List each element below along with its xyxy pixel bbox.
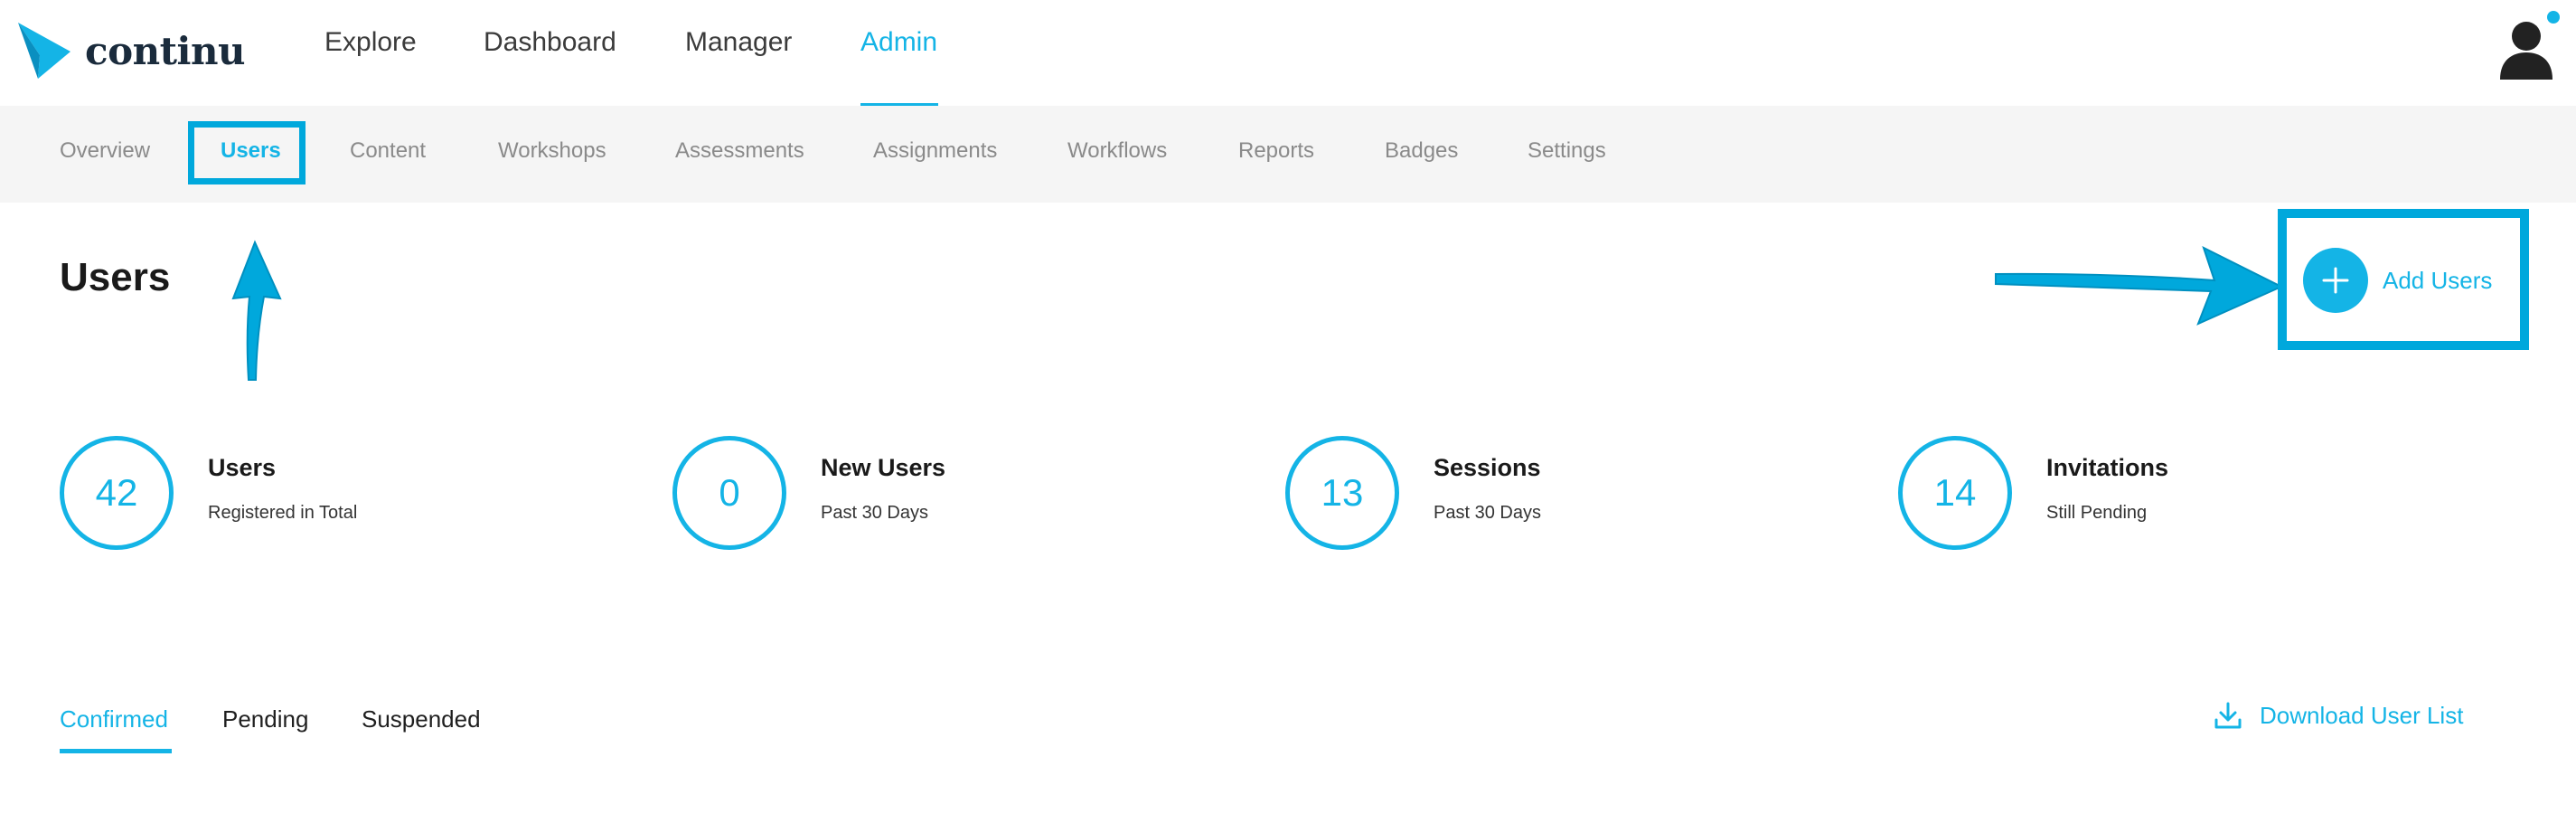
nav-dashboard[interactable]: Dashboard [484,27,616,58]
nav-explore[interactable]: Explore [324,27,417,58]
tab-confirmed[interactable]: Confirmed [60,705,168,733]
subnav-overview[interactable]: Overview [60,138,150,164]
stat-subtitle: Registered in Total [208,503,358,523]
stat-subtitle: Still Pending [2046,503,2148,523]
brand-logo[interactable]: continu [18,22,246,80]
stat-title: Users [208,454,277,481]
nav-manager[interactable]: Manager [685,27,792,58]
subnav-settings[interactable]: Settings [1528,138,1606,164]
add-users-label: Add Users [2383,266,2493,294]
subnav-workflows[interactable]: Workflows [1067,138,1167,164]
subnav-content[interactable]: Content [350,138,426,164]
stat-title: Sessions [1434,454,1541,481]
subnav-reports[interactable]: Reports [1238,138,1314,164]
download-user-list-link[interactable]: Download User List [2213,700,2463,731]
top-nav: continu Explore Dashboard Manager Admin [0,0,2576,107]
stat-value: 0 [672,436,786,550]
logo-arrow-icon [18,23,71,79]
tab-suspended[interactable]: Suspended [362,705,481,733]
stat-subtitle: Past 30 Days [821,503,928,523]
status-tab-active-indicator [60,749,172,753]
add-users-button[interactable]: Add Users [2303,248,2492,313]
admin-sub-nav: Overview Users Content Workshops Assessm… [0,106,2576,203]
nav-admin[interactable]: Admin [860,27,937,58]
notification-dot [2547,11,2560,24]
subnav-assignments[interactable]: Assignments [873,138,997,164]
stat-title: Invitations [2046,454,2169,481]
subnav-badges[interactable]: Badges [1385,138,1458,164]
stat-value: 14 [1898,436,2012,550]
stat-title: New Users [821,454,946,481]
plus-icon [2303,248,2368,313]
right-arrow-annotation [1995,246,2284,326]
subnav-workshops[interactable]: Workshops [498,138,606,164]
user-avatar-icon[interactable] [2496,16,2556,80]
download-label: Download User List [2260,701,2464,729]
up-arrow-annotation [231,240,282,381]
stat-value: 42 [60,436,174,550]
subnav-assessments[interactable]: Assessments [675,138,804,164]
stat-subtitle: Past 30 Days [1434,503,1541,523]
download-icon [2214,702,2242,729]
tab-pending[interactable]: Pending [222,705,308,733]
stat-value: 13 [1285,436,1399,550]
brand-name: continu [85,28,246,73]
users-tab-highlight-box [188,121,306,184]
page-title: Users [60,255,171,299]
